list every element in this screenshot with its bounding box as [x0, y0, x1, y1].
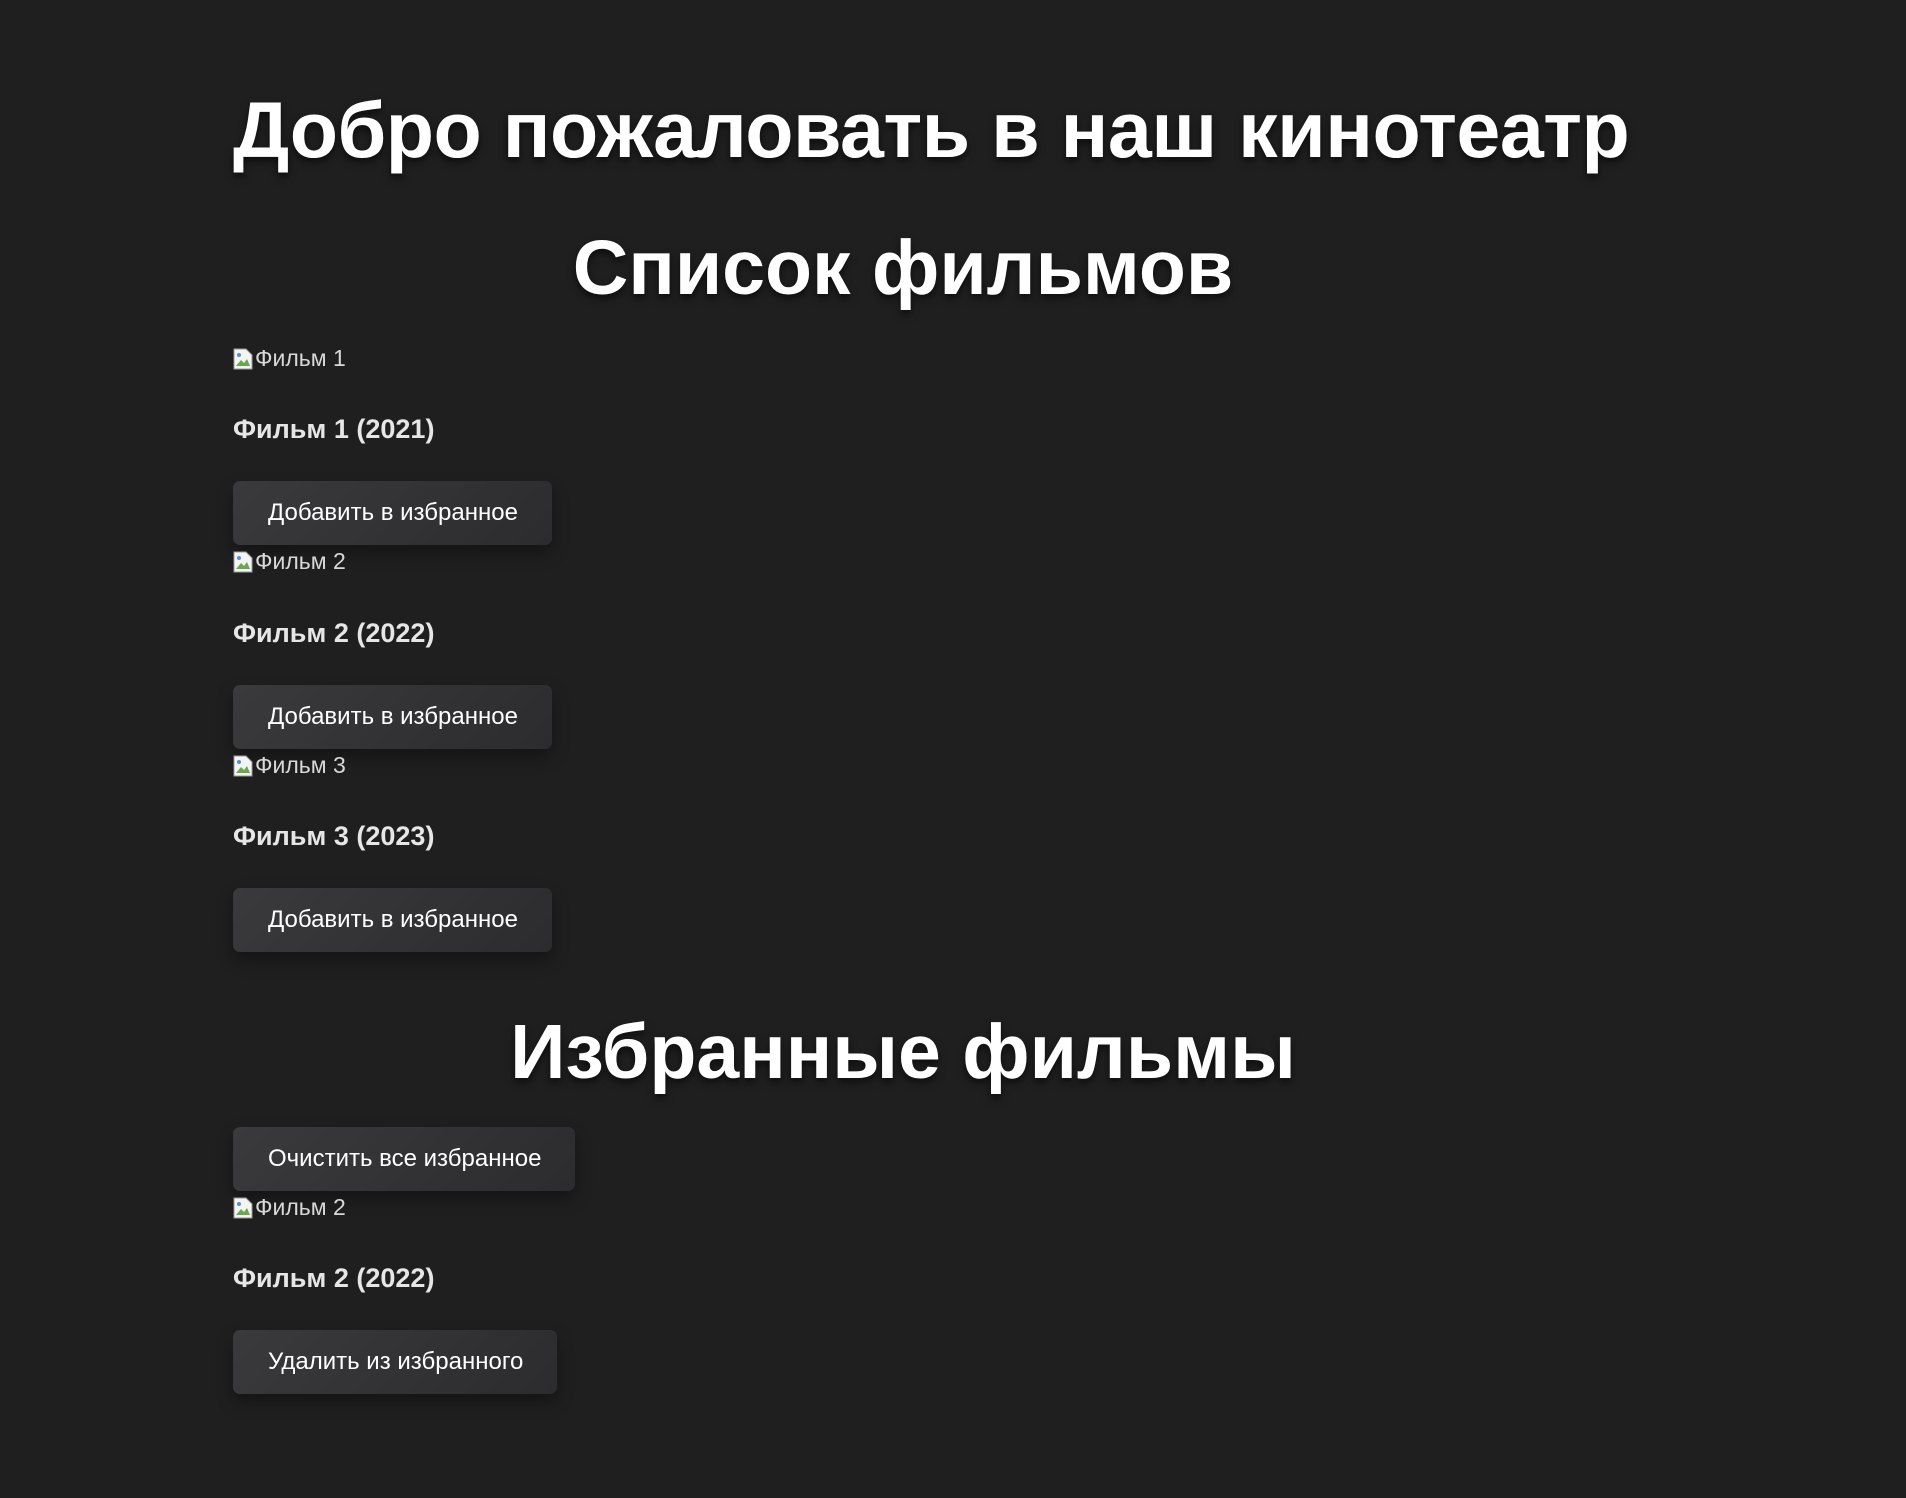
broken-image-icon [233, 348, 253, 370]
remove-from-favorites-button[interactable]: Удалить из избранного [233, 1330, 558, 1394]
movie-poster-alt: Фильм 1 [255, 345, 346, 371]
clear-favorites-button[interactable]: Очистить все избранное [233, 1127, 576, 1191]
add-to-favorites-button[interactable]: Добавить в избранное [233, 481, 552, 545]
favorite-movie-title: Фильм 2 (2022) [233, 1263, 435, 1293]
page: Добро пожаловать в наш кинотеатр Список … [0, 0, 1906, 1498]
movie-poster-3: Фильм 3 [233, 752, 346, 779]
broken-image-icon [233, 1197, 253, 1219]
movie-poster-1: Фильм 1 [233, 345, 346, 372]
movie-title: Фильм 2 (2022) [233, 618, 435, 648]
broken-image-icon [233, 551, 253, 573]
movie-title: Фильм 3 (2023) [233, 821, 435, 851]
movie-title: Фильм 1 (2021) [233, 414, 435, 444]
movie-poster-2: Фильм 2 [233, 548, 346, 575]
favorite-poster-1: Фильм 2 [233, 1194, 346, 1221]
movie-poster-alt: Фильм 3 [255, 752, 346, 778]
page-title: Добро пожаловать в наш кинотеатр [233, 85, 1630, 174]
broken-image-icon [233, 755, 253, 777]
movie-poster-alt: Фильм 2 [255, 548, 346, 574]
favorite-poster-alt: Фильм 2 [255, 1194, 346, 1220]
add-to-favorites-button[interactable]: Добавить в избранное [233, 685, 552, 749]
favorites-heading: Избранные фильмы [510, 1009, 1296, 1095]
movie-list-heading: Список фильмов [572, 225, 1234, 311]
add-to-favorites-button[interactable]: Добавить в избранное [233, 888, 552, 952]
